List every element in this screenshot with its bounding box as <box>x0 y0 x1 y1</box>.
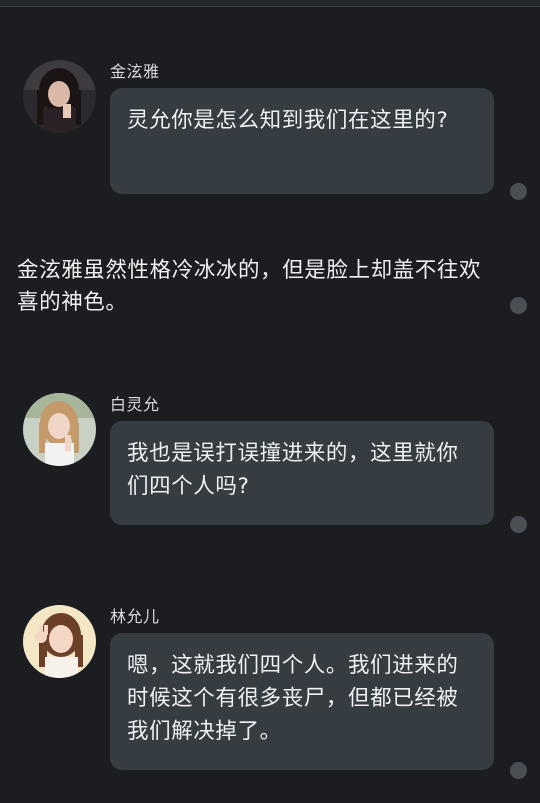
message-status-dot[interactable] <box>510 183 527 200</box>
message-bubble[interactable]: 嗯，这就我们四个人。我们进来的时候这个有很多丧尸，但都已经被我们解决掉了。 <box>110 633 494 770</box>
message-status-dot[interactable] <box>510 516 527 533</box>
message-bubble[interactable]: 我也是误打误撞进来的，这里就你们四个人吗? <box>110 421 494 525</box>
message-status-dot[interactable] <box>510 762 527 779</box>
top-divider <box>0 0 540 7</box>
sender-name: 白灵允 <box>110 395 160 414</box>
sender-name: 金泫雅 <box>110 62 160 81</box>
sender-name: 林允儿 <box>110 607 160 626</box>
avatar[interactable] <box>23 605 96 678</box>
avatar[interactable] <box>23 393 96 466</box>
message-bubble[interactable]: 灵允你是怎么知到我们在这里的? <box>110 88 494 194</box>
message-status-dot[interactable] <box>510 297 527 314</box>
avatar[interactable] <box>23 60 96 133</box>
narration-text: 金泫雅虽然性格冷冰冰的，但是脸上却盖不往欢喜的神色。 <box>17 258 482 315</box>
